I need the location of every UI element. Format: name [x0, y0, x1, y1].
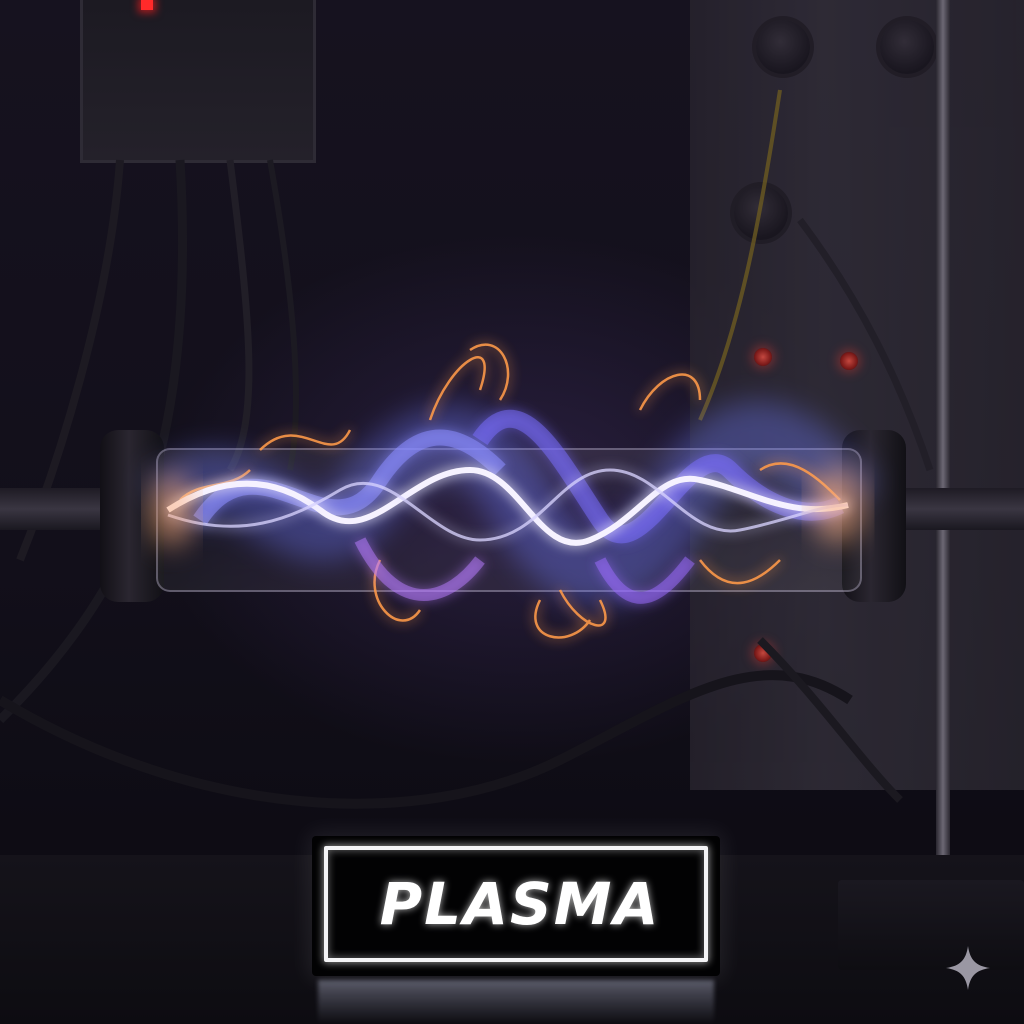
electrode-glow-right: [812, 467, 864, 543]
plasma-halo: [144, 401, 878, 607]
electrode-glow-left: [150, 474, 194, 546]
sign-reflection: [318, 980, 714, 1024]
plasma-photo: PLASMA: [0, 0, 1024, 1024]
sign-frame: PLASMA: [324, 846, 708, 962]
lab-stand-base: [838, 880, 1024, 970]
sign-label: PLASMA: [379, 870, 661, 938]
plasma-sign: PLASMA: [312, 836, 720, 976]
sparkle-icon: [946, 946, 990, 990]
